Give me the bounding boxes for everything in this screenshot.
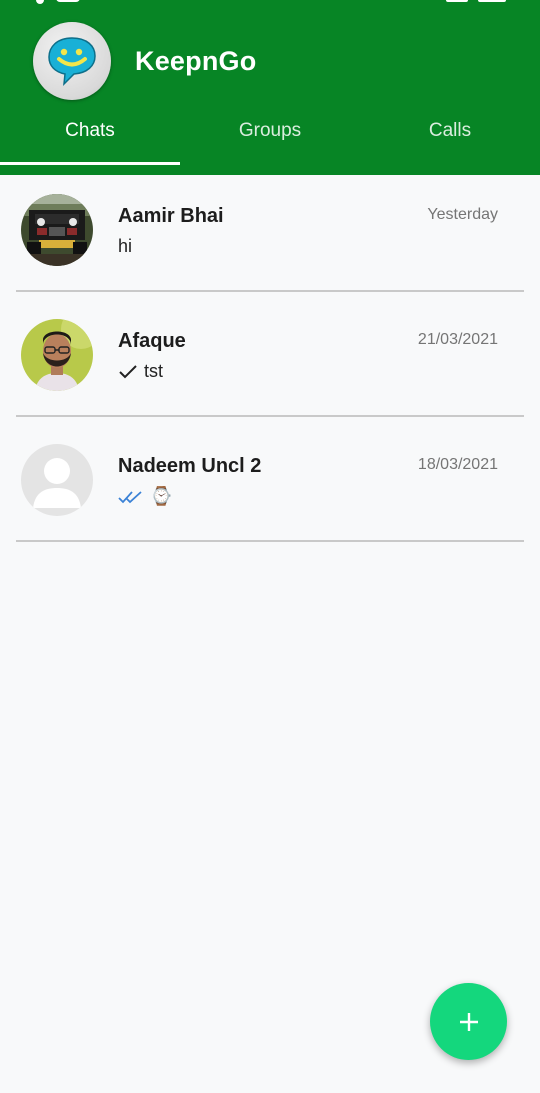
chat-name: Aamir Bhai <box>118 205 224 227</box>
tab-chats[interactable]: Chats <box>0 120 180 150</box>
chat-preview: hi <box>118 236 132 257</box>
chat-name: Nadeem Uncl 2 <box>118 455 262 477</box>
battery-icon <box>478 0 506 2</box>
chat-time: Yesterday <box>427 206 498 223</box>
new-chat-button[interactable] <box>430 983 507 1060</box>
chat-preview: tst <box>118 361 163 382</box>
single-check-icon <box>119 364 137 378</box>
app-screen: KeepnGo Chats Groups Calls Aamir Bhai hi… <box>0 0 540 1093</box>
watch-icon: ⌚ <box>150 486 173 507</box>
chat-time: 21/03/2021 <box>417 331 498 348</box>
photo-jeep-avatar[interactable] <box>21 194 93 266</box>
chat-preview: ⌚ <box>118 486 172 507</box>
status-indicator <box>56 0 80 2</box>
chat-row-afaque[interactable]: Afaque tst 21/03/2021 <box>0 292 540 417</box>
app-title: KeepnGo <box>135 46 257 76</box>
photo-man-avatar[interactable] <box>21 319 93 391</box>
tab-calls[interactable]: Calls <box>360 120 540 150</box>
signal-icon <box>446 0 468 2</box>
tab-groups[interactable]: Groups <box>180 120 360 150</box>
chat-preview-text: tst <box>144 361 164 381</box>
chat-name: Afaque <box>118 330 186 352</box>
double-check-blue-icon <box>118 490 142 503</box>
default-person-avatar[interactable] <box>21 444 93 516</box>
app-header: KeepnGo Chats Groups Calls <box>0 0 540 175</box>
row-divider <box>16 540 524 542</box>
app-logo <box>33 22 111 100</box>
status-dot <box>36 0 44 4</box>
active-tab-indicator <box>0 162 180 165</box>
chat-row-nadeem-uncl-2[interactable]: Nadeem Uncl 2 ⌚ 18/03/2021 <box>0 417 540 542</box>
chat-preview-text: hi <box>118 236 133 256</box>
plus-icon <box>459 1012 478 1031</box>
chat-row-aamir-bhai[interactable]: Aamir Bhai hi Yesterday <box>0 167 540 292</box>
smiley-speech-bubble-icon <box>48 37 96 87</box>
status-bar <box>0 0 540 4</box>
chat-time: 18/03/2021 <box>417 456 498 473</box>
